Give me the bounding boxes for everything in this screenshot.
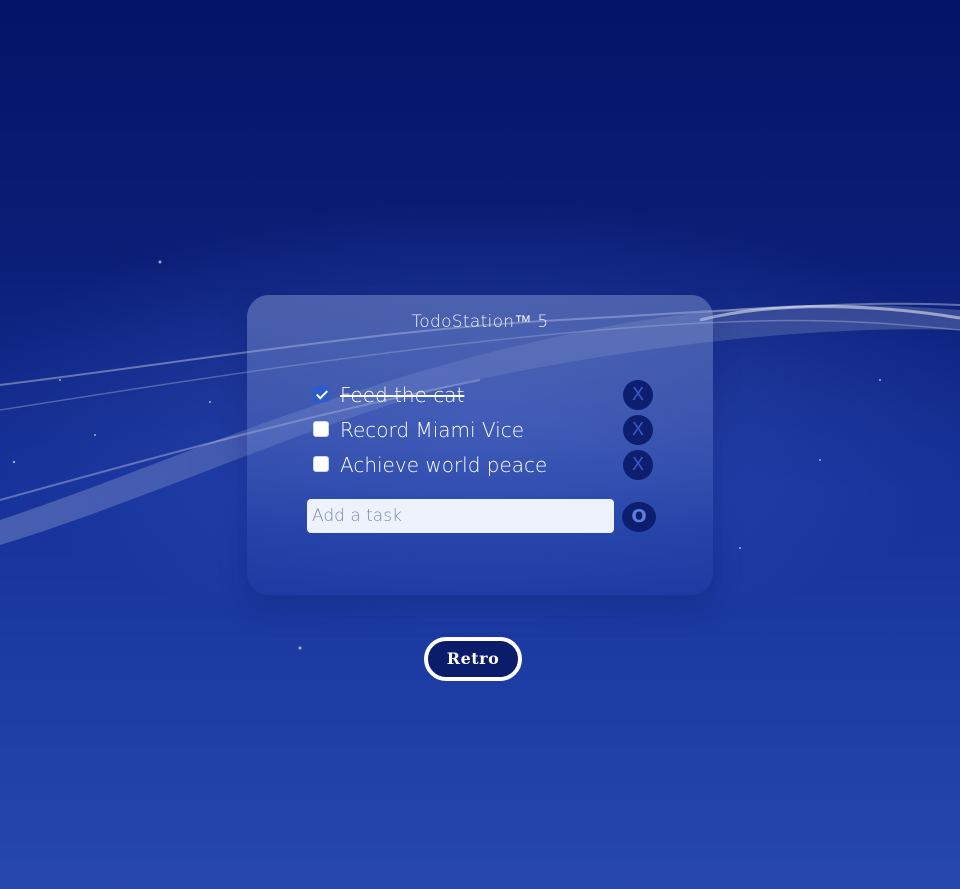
delete-task-button[interactable]: X: [623, 380, 653, 410]
task-item: Achieve world peace X: [313, 450, 658, 480]
retro-button[interactable]: Retro: [424, 637, 522, 681]
task-checkbox[interactable]: [313, 421, 329, 437]
add-task-button[interactable]: O: [622, 502, 656, 532]
task-checkbox[interactable]: [313, 456, 329, 472]
task-item: Record Miami Vice X: [313, 415, 658, 445]
task-checkbox[interactable]: [313, 386, 329, 402]
task-label: Record Miami Vice: [340, 418, 525, 442]
page: { "app": { "title": "TodoStation™ 5" }, …: [0, 0, 960, 889]
delete-task-button[interactable]: X: [623, 450, 653, 480]
todo-card: [247, 295, 713, 595]
task-label: Feed the cat: [340, 383, 465, 407]
app-title: TodoStation™ 5: [411, 312, 549, 332]
delete-task-button[interactable]: X: [623, 415, 653, 445]
task-item: Feed the cat X: [313, 380, 658, 410]
task-label: Achieve world peace: [340, 453, 548, 477]
add-task-input[interactable]: [307, 499, 614, 533]
